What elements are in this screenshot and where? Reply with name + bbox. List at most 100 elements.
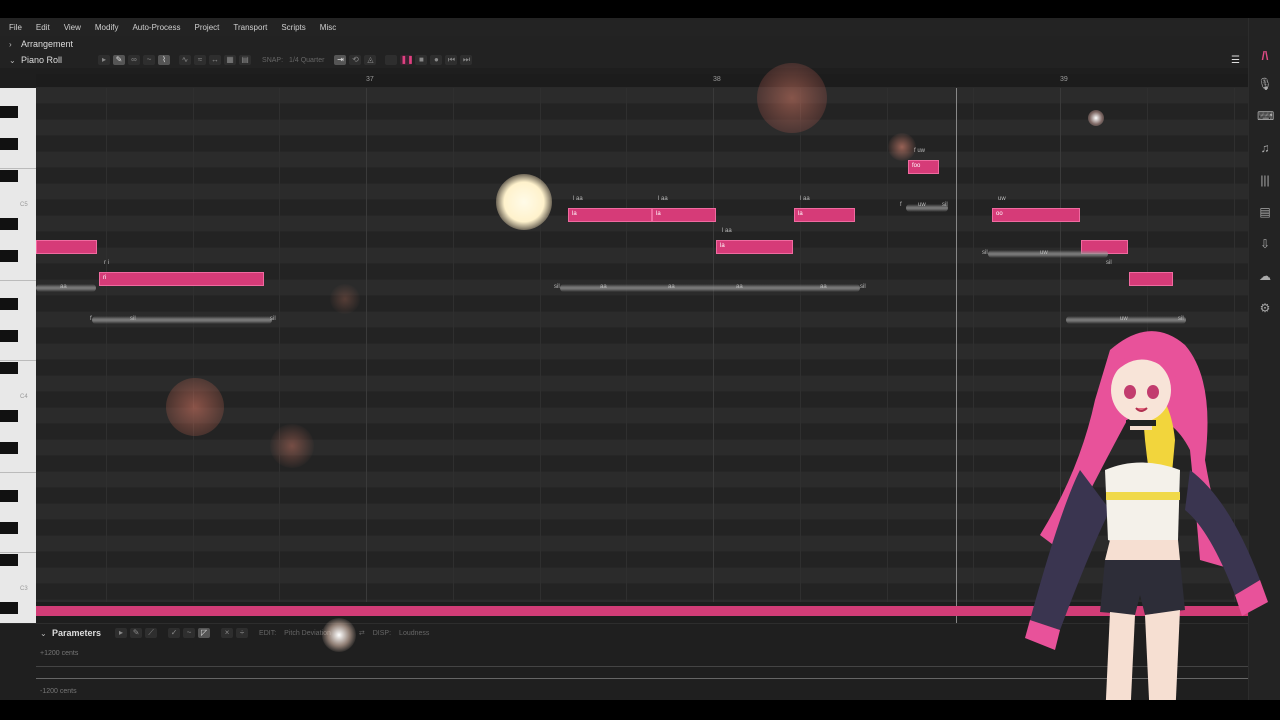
beat-gridline xyxy=(886,88,888,602)
octave-label: C5 xyxy=(20,202,28,208)
phoneme-label: aa xyxy=(736,284,743,290)
pen-tool-icon[interactable]: ✎ xyxy=(130,628,143,638)
black-key[interactable] xyxy=(0,106,18,118)
bar-gridline xyxy=(713,88,714,602)
black-key[interactable] xyxy=(0,138,18,150)
menu-modify[interactable]: Modify xyxy=(95,23,119,32)
chevron-down-icon[interactable]: ⌄ xyxy=(40,629,47,638)
black-key[interactable] xyxy=(0,602,18,614)
waveform xyxy=(92,316,272,324)
black-key[interactable] xyxy=(0,250,18,262)
black-key[interactable] xyxy=(0,522,18,534)
hamburger-menu-icon[interactable]: ☰ xyxy=(1231,55,1240,66)
vibrato-tool-icon[interactable]: ∿ xyxy=(179,55,192,65)
chevron-right-icon[interactable]: › xyxy=(9,40,15,49)
blank-icon[interactable] xyxy=(385,55,398,65)
note-block[interactable]: la xyxy=(794,208,855,222)
black-key[interactable] xyxy=(0,490,18,502)
bokeh-light xyxy=(330,284,360,314)
pitch-tool-icon[interactable]: ⌇ xyxy=(158,55,171,65)
table-tool-icon[interactable]: ▤ xyxy=(239,55,252,65)
pointer-tool-icon[interactable]: ▸ xyxy=(98,55,111,65)
music-note-icon[interactable]: ♫ xyxy=(1257,140,1273,156)
snap-value[interactable]: 1/4 Quarter xyxy=(289,57,324,64)
beat-gridline xyxy=(105,88,107,602)
curve-tool-icon[interactable]: ~ xyxy=(143,55,156,65)
menu-project[interactable]: Project xyxy=(194,23,219,32)
menu-file[interactable]: File xyxy=(9,23,22,32)
gear-icon[interactable]: ⚙ xyxy=(1257,300,1273,316)
menu-bar: File Edit View Modify Auto-Process Proje… xyxy=(0,18,1248,36)
black-key[interactable] xyxy=(0,442,18,454)
black-key[interactable] xyxy=(0,170,18,182)
note-block[interactable]: la xyxy=(716,240,793,254)
notebook-icon[interactable]: ▤ xyxy=(1257,204,1273,220)
loop-icon[interactable]: ⟲ xyxy=(349,55,362,65)
keyboard-icon[interactable]: ⌨ xyxy=(1257,108,1274,124)
multiply-icon[interactable]: × xyxy=(221,628,234,638)
menu-edit[interactable]: Edit xyxy=(36,23,50,32)
pause-icon[interactable]: ❚❚ xyxy=(400,55,414,65)
note-block[interactable]: foo xyxy=(908,160,939,174)
wave-tool-icon[interactable]: ≈ xyxy=(194,55,207,65)
cloud-icon[interactable]: ☁ xyxy=(1257,268,1273,284)
note-block[interactable]: la xyxy=(568,208,652,222)
black-key[interactable] xyxy=(0,218,18,230)
record-icon[interactable]: ● xyxy=(430,55,443,65)
menu-scripts[interactable]: Scripts xyxy=(281,23,305,32)
note-block[interactable]: oo xyxy=(992,208,1080,222)
logo-icon: /\ xyxy=(1261,49,1269,63)
note-block[interactable] xyxy=(1129,272,1173,286)
metronome-icon[interactable]: ◬ xyxy=(364,55,377,65)
phoneme-label: sil xyxy=(942,202,948,208)
menu-auto-process[interactable]: Auto-Process xyxy=(132,23,180,32)
beat-gridline xyxy=(452,88,454,602)
bar-39-label: 39 xyxy=(1060,76,1068,83)
phoneme-label: l aa xyxy=(658,196,668,202)
pointer-tool-icon[interactable]: ▸ xyxy=(115,628,128,638)
pen-tool-icon[interactable]: ✎ xyxy=(113,55,126,65)
black-key[interactable] xyxy=(0,362,18,374)
beat-gridline xyxy=(626,88,628,602)
octave-label: C3 xyxy=(20,586,28,592)
chevron-down-icon[interactable]: ⌄ xyxy=(9,56,16,65)
note-block[interactable] xyxy=(36,240,97,254)
menu-view[interactable]: View xyxy=(64,23,81,32)
phoneme-label: uw xyxy=(1040,250,1048,256)
note-block[interactable]: ri xyxy=(99,272,264,286)
black-key[interactable] xyxy=(0,554,18,566)
grid-tool-icon[interactable]: ▦ xyxy=(224,55,237,65)
stretch-tool-icon[interactable]: ↔ xyxy=(209,55,222,65)
arrangement-header[interactable]: › Arrangement xyxy=(0,36,1248,52)
disp-param-value[interactable]: Loudness xyxy=(399,630,429,637)
link-tool-icon[interactable]: ∞ xyxy=(128,55,141,65)
line-tool-icon[interactable]: ⟋ xyxy=(145,628,158,638)
beat-gridline xyxy=(539,88,541,602)
key-divider xyxy=(0,472,36,473)
curve-tool-icon[interactable]: ~ xyxy=(183,628,196,638)
black-key[interactable] xyxy=(0,330,18,342)
note-block[interactable]: la xyxy=(652,208,716,222)
smooth-tool-icon[interactable]: ◸ xyxy=(198,628,211,638)
phoneme-label: l aa xyxy=(573,196,583,202)
export-icon[interactable]: ⇩ xyxy=(1257,236,1273,252)
microphone-icon[interactable]: 🎙 xyxy=(1257,76,1273,92)
snap-toggle-icon[interactable]: ⇥ xyxy=(334,55,347,65)
stop-icon[interactable]: ■ xyxy=(415,55,428,65)
playhead[interactable] xyxy=(956,88,957,642)
bar-gridline xyxy=(366,88,367,602)
timeline-ruler[interactable]: 37 38 39 xyxy=(36,74,1248,88)
swap-icon[interactable]: ⇄ xyxy=(359,629,365,637)
piano-keyboard[interactable]: C5 C4 C3 xyxy=(0,88,36,700)
divide-icon[interactable]: ÷ xyxy=(236,628,249,638)
black-key[interactable] xyxy=(0,298,18,310)
forward-icon[interactable]: ⏭ xyxy=(460,55,473,65)
rewind-icon[interactable]: ⏮ xyxy=(445,55,458,65)
bokeh-light xyxy=(322,618,356,652)
library-icon[interactable]: ||| xyxy=(1257,172,1273,188)
menu-transport[interactable]: Transport xyxy=(233,23,267,32)
cents-min-label: -1200 cents xyxy=(40,688,77,695)
check-icon[interactable]: ✓ xyxy=(168,628,181,638)
menu-misc[interactable]: Misc xyxy=(320,23,336,32)
black-key[interactable] xyxy=(0,410,18,422)
